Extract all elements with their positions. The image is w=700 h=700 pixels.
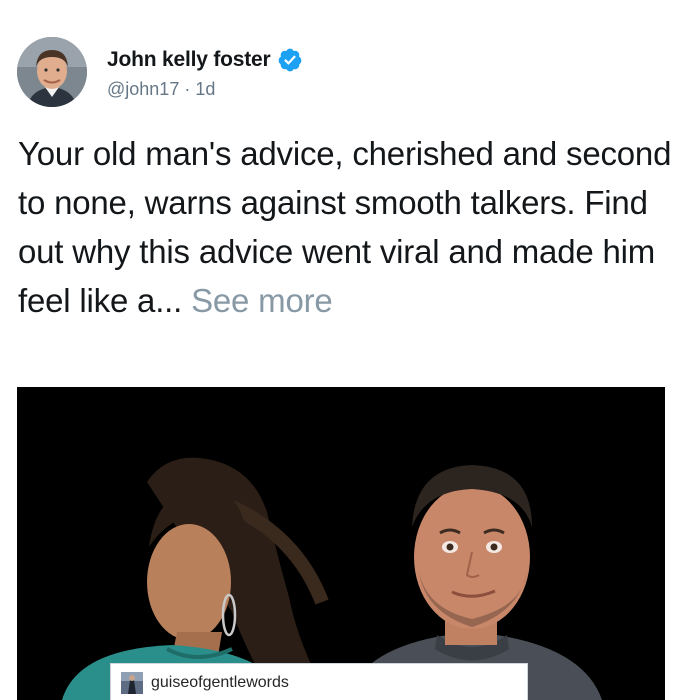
photo-woman-and-man-icon — [17, 387, 665, 700]
author-handle[interactable]: @john17 — [107, 79, 179, 99]
post-time[interactable]: 1d — [195, 79, 215, 99]
embedded-account-username[interactable]: guiseofgentlewords — [151, 674, 289, 692]
see-more-link[interactable]: See more — [191, 282, 333, 319]
post-text-content: Your old man's advice, cherished and sec… — [18, 135, 672, 319]
post-card: John kelly foster @john17 · 1d Your old … — [0, 0, 700, 700]
post-media[interactable]: guiseofgentlewords — [17, 387, 665, 700]
post-text: Your old man's advice, cherished and sec… — [18, 129, 694, 325]
post-header: John kelly foster @john17 · 1d — [17, 37, 303, 107]
avatar-photo-icon — [17, 37, 87, 107]
embedded-post-header[interactable]: guiseofgentlewords — [110, 663, 528, 700]
meta-separator: · — [179, 78, 196, 99]
author-display-name[interactable]: John kelly foster — [107, 48, 271, 72]
author-avatar[interactable] — [17, 37, 87, 107]
verified-badge-icon — [277, 47, 303, 73]
author-info: John kelly foster @john17 · 1d — [107, 45, 303, 100]
author-meta: @john17 · 1d — [107, 79, 303, 100]
author-name-row: John kelly foster — [107, 45, 303, 75]
embedded-account-avatar-icon — [121, 672, 143, 694]
